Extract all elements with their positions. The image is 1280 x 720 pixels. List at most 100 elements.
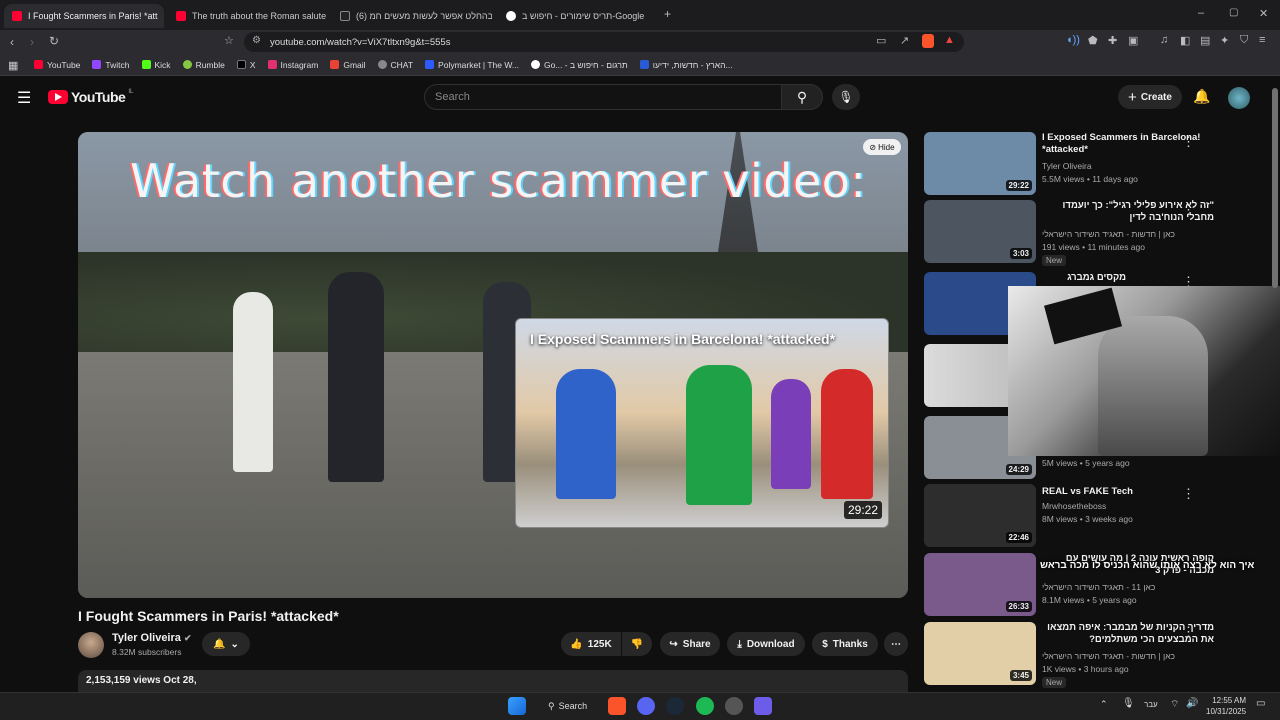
youtube-logo[interactable]: YouTube IL — [48, 89, 133, 105]
channel-avatar[interactable] — [78, 632, 104, 658]
recommendation-meta: 5M views • 5 years ago — [1042, 458, 1130, 468]
recommendation-item[interactable]: 3:45 מדריך הקניות של מבמבר: איפה תמצאו א… — [924, 622, 1254, 688]
thanks-button[interactable]: $ Thanks — [812, 632, 878, 656]
video-thumbnail[interactable]: 3:03 — [924, 200, 1036, 263]
taskbar-search[interactable]: ⚲ Search — [538, 697, 594, 715]
download-button[interactable]: ⤓ Download — [727, 632, 805, 656]
search-button[interactable]: ⚲ — [781, 84, 823, 110]
video-thumbnail[interactable]: 3:45 — [924, 622, 1036, 685]
minimize-icon[interactable]: – — [1198, 7, 1204, 19]
more-actions-button[interactable]: ⋯ — [884, 632, 908, 656]
forward-icon[interactable]: › — [30, 35, 34, 49]
brave-shields-icon[interactable] — [922, 34, 934, 48]
search-icon: ⚲ — [548, 700, 555, 711]
audio-playing-icon[interactable]: ◖)) — [1066, 34, 1080, 46]
bookmark-youtube[interactable]: YouTube — [34, 60, 80, 70]
share-button[interactable]: ↪ Share — [660, 632, 720, 656]
video-thumbnail[interactable]: 26:33 — [924, 553, 1036, 616]
create-button[interactable]: + Create — [1118, 85, 1182, 109]
hamburger-menu-icon[interactable]: ☰ — [17, 88, 31, 108]
new-tab-icon[interactable]: + — [664, 7, 671, 21]
voice-search-button[interactable]: 🎙 — [832, 84, 860, 110]
system-clock[interactable]: 12:55 AM 10/31/2025 — [1206, 695, 1246, 717]
tab-active[interactable]: I Fought Scammers in Paris! *att ✕ — [4, 4, 164, 28]
bookmark-rumble[interactable]: Rumble — [182, 60, 225, 70]
more-vertical-icon[interactable]: ⋮ — [1182, 624, 1195, 640]
page-scrollbar[interactable] — [1272, 88, 1278, 288]
dislike-button[interactable]: 👎 — [622, 632, 652, 656]
discord-icon[interactable] — [637, 697, 655, 715]
recommendation-item[interactable]: 3:03 "זה לא אירוע פלילי רגיל": כך יועמדו… — [924, 200, 1254, 266]
recommendation-item[interactable]: 22:46 REAL vs FAKE Tech Mrwhosetheboss 8… — [924, 484, 1254, 547]
tab-tiktok[interactable]: (6) בהחלט אפשר לעשות מעשים חמ — [332, 4, 492, 28]
video-thumbnail[interactable]: 22:46 — [924, 484, 1036, 547]
share-page-icon[interactable]: ↗ — [900, 34, 909, 47]
cast-icon[interactable]: ▭ — [876, 34, 886, 47]
ai-assistant-icon[interactable]: ✦ — [1220, 34, 1229, 47]
video-player[interactable]: Watch another scammer video: ⊘ Hide I Exp… — [78, 132, 908, 598]
youtube-favicon-icon — [12, 11, 22, 21]
endscreen-video-card[interactable]: I Exposed Scammers in Barcelona! *attack… — [515, 318, 889, 528]
like-button[interactable]: 👍 125K — [561, 632, 621, 656]
notification-center-icon[interactable]: ▭ — [1256, 698, 1265, 709]
more-vertical-icon[interactable]: ⋮ — [1182, 202, 1195, 218]
notifications-bell-icon[interactable]: 🔔 — [1193, 88, 1210, 105]
windows-start-icon[interactable] — [508, 697, 526, 715]
more-vertical-icon[interactable]: ⋮ — [1182, 134, 1195, 150]
channel-name[interactable]: Tyler Oliveira ✔ — [112, 632, 192, 644]
site-info-icon[interactable]: ⚙ — [252, 35, 261, 46]
bookmark-chat[interactable]: CHAT — [377, 60, 413, 70]
recommendation-item[interactable]: 29:22 I Exposed Scammers in Barcelona! *… — [924, 132, 1254, 195]
reload-icon[interactable]: ↻ — [49, 34, 59, 48]
steam-icon[interactable] — [666, 697, 684, 715]
volume-icon[interactable]: 🔊 — [1186, 698, 1198, 709]
tab-roman-salute[interactable]: The truth about the Roman salute # — [168, 4, 328, 28]
show-hidden-icons-chevron-icon[interactable]: ⌃ — [1100, 699, 1108, 710]
extensions-icon[interactable]: ✚ — [1108, 34, 1117, 47]
tab-google[interactable]: תריס שימורים - חיפוש ב-Google — [498, 4, 658, 28]
vpn-icon[interactable]: ⛉ — [1240, 34, 1248, 47]
recommendation-channel: כאן | חדשות - תאגיד השידור הישראלי — [1042, 651, 1176, 661]
bookmark-x[interactable]: X — [236, 60, 256, 70]
search-input[interactable]: Search — [424, 84, 782, 110]
sidebar-toggle-icon[interactable]: ◧ — [1180, 34, 1190, 47]
microphone-icon[interactable]: 🎙 — [1122, 698, 1135, 709]
video-thumbnail[interactable]: 29:22 — [924, 132, 1036, 195]
wifi-icon[interactable]: ⌔ — [1170, 698, 1179, 711]
bookmark-kick[interactable]: Kick — [141, 60, 171, 70]
new-badge: New — [1042, 677, 1067, 688]
new-badge: New — [1042, 255, 1067, 266]
apps-grid-icon[interactable]: ▦ — [8, 59, 18, 72]
more-vertical-icon[interactable]: ⋮ — [1182, 486, 1195, 502]
brave-rewards-icon[interactable]: ▲ — [944, 34, 955, 46]
app-icon[interactable] — [725, 697, 743, 715]
eye-off-icon: ⊘ — [869, 142, 877, 152]
input-language[interactable]: עבר — [1144, 700, 1158, 709]
ad-block-icon[interactable]: ⬟ — [1088, 34, 1098, 47]
menu-icon[interactable]: ≡ — [1259, 34, 1265, 46]
brave-browser-icon[interactable] — [608, 697, 626, 715]
bookmark-gmail[interactable]: Gmail — [330, 60, 366, 70]
back-icon[interactable]: ‹ — [10, 35, 14, 49]
bookmark-polymarket[interactable]: Polymarket | The W... — [425, 60, 519, 70]
bookmark-icon[interactable]: ☆ — [224, 34, 234, 47]
bookmark-haaretz[interactable]: הארץ - חדשות, ידיעו... — [639, 60, 733, 70]
media-icon[interactable]: ♫ — [1160, 34, 1168, 46]
description-box[interactable]: 2,153,159 views Oct 28, — [78, 670, 908, 692]
bookmark-google-translate[interactable]: Go... - תרגום - חיפוש ב — [530, 60, 628, 70]
screenshot-icon[interactable]: ▣ — [1128, 34, 1138, 47]
bookmark-instagram[interactable]: Instagram — [267, 60, 318, 70]
subscription-bell-button[interactable]: 🔔 ⌄ — [202, 632, 250, 656]
url-field[interactable]: ⚙ youtube.com/watch?v=ViX7tltxn9g&t=555s… — [244, 32, 964, 52]
app-icon[interactable] — [754, 697, 772, 715]
close-window-icon[interactable]: ✕ — [1259, 7, 1268, 20]
bookmarks-bar: ▦ YouTube Twitch Kick Rumble X Instagram… — [0, 54, 1280, 76]
account-avatar[interactable] — [1228, 87, 1250, 109]
bookmark-twitch[interactable]: Twitch — [92, 60, 130, 70]
maximize-icon[interactable]: ▢ — [1229, 7, 1238, 18]
tab-title: I Fought Scammers in Paris! *att — [28, 11, 158, 21]
browser-tab-bar: I Fought Scammers in Paris! *att ✕ The t… — [0, 0, 1280, 30]
wallet-icon[interactable]: ▤ — [1200, 34, 1210, 47]
spotify-icon[interactable] — [696, 697, 714, 715]
hide-endscreen-button[interactable]: ⊘ Hide — [863, 139, 901, 155]
